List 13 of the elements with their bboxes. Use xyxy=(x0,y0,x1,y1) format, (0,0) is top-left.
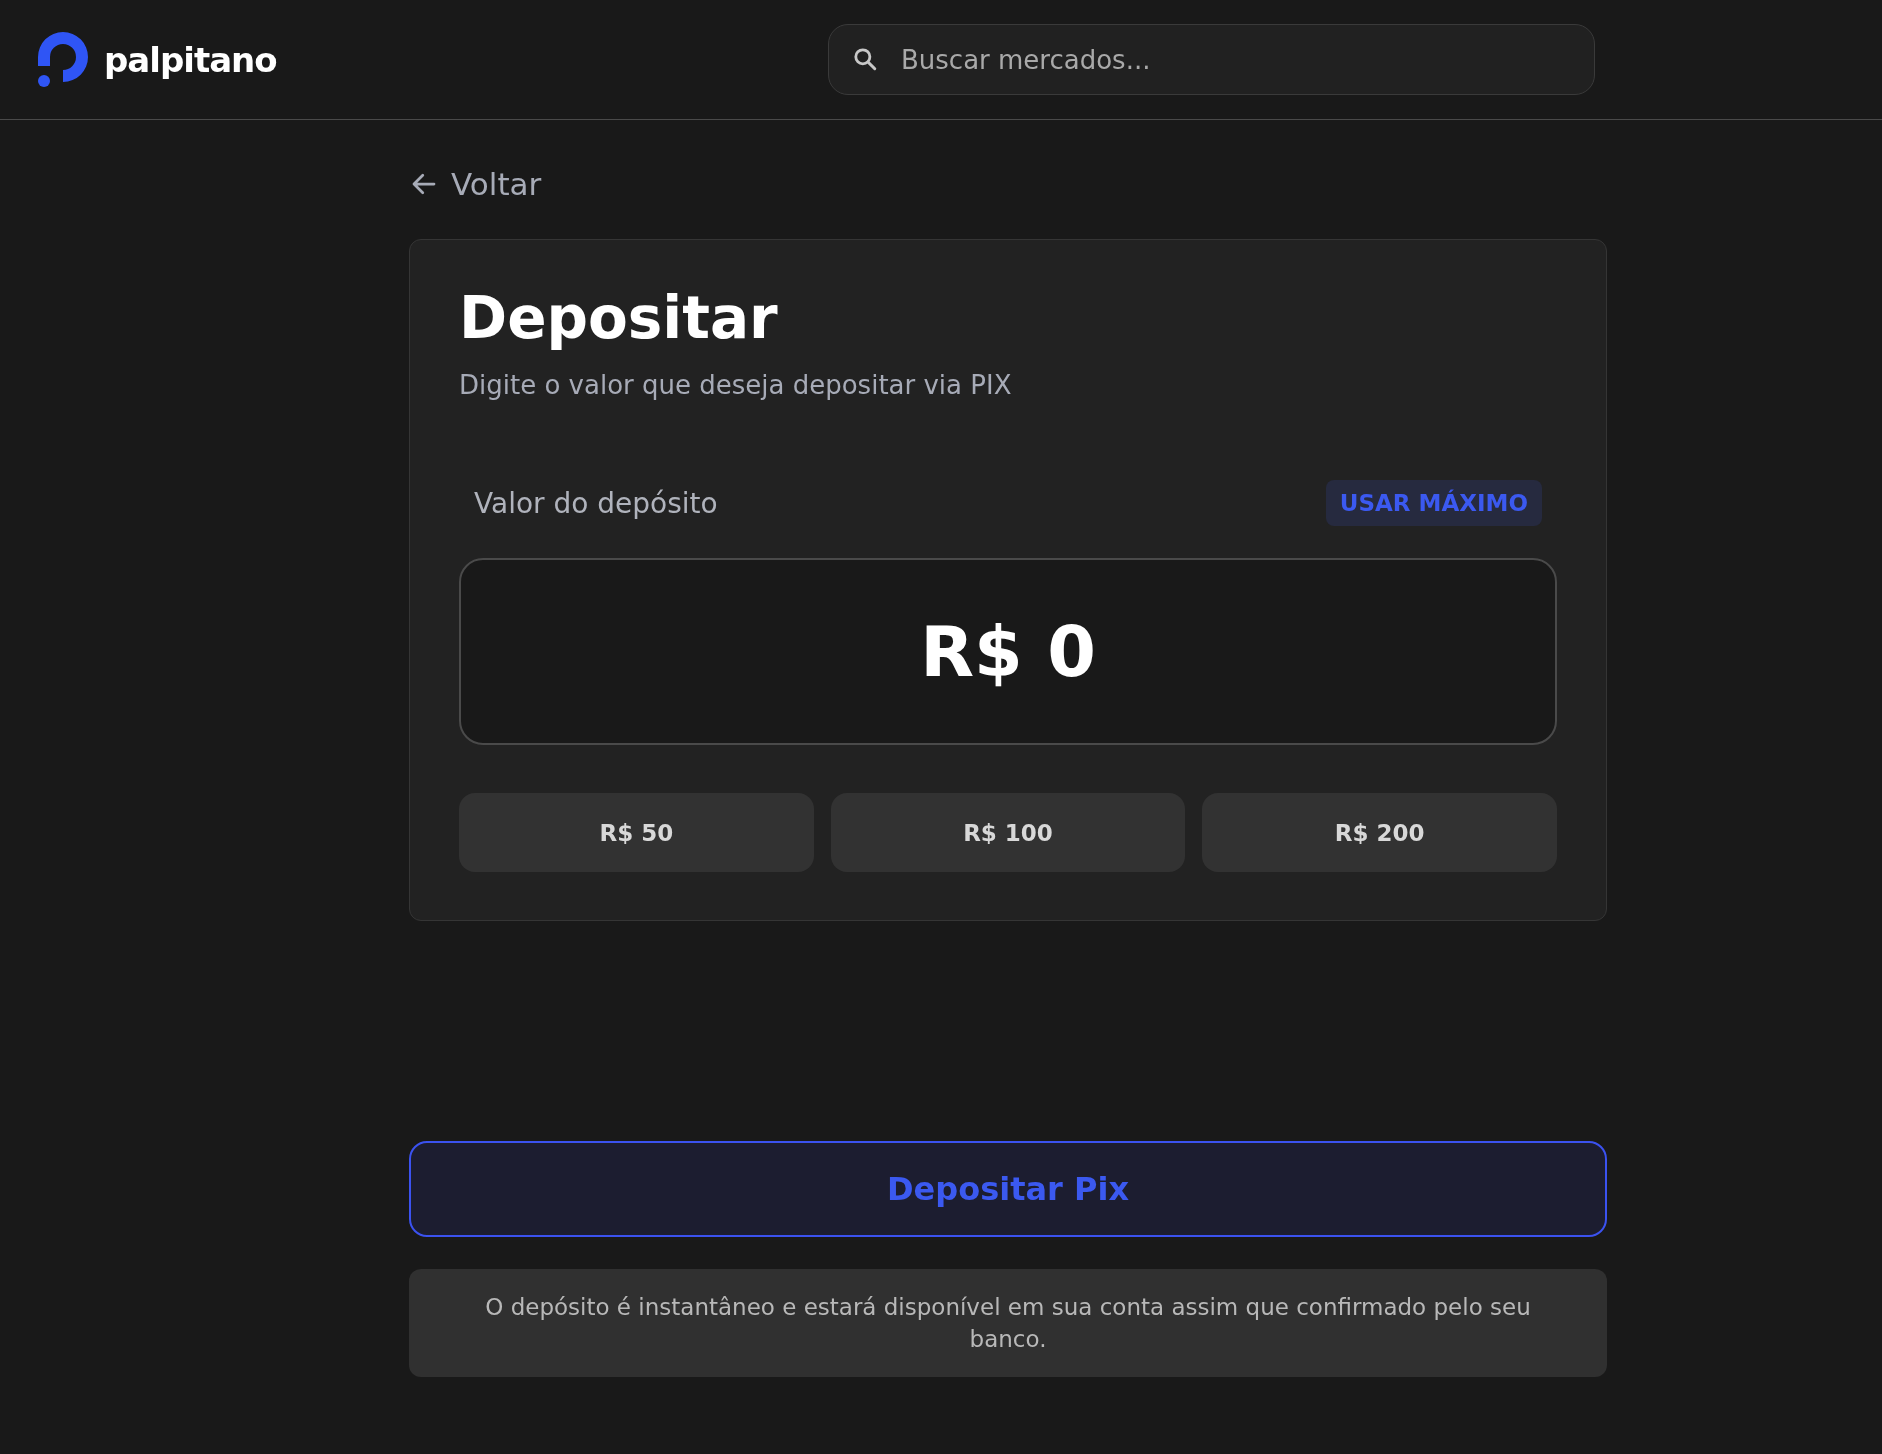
logo-icon xyxy=(38,31,88,88)
search-field[interactable]: Buscar mercados... xyxy=(828,24,1595,95)
back-link[interactable]: Voltar xyxy=(409,166,542,202)
info-note: O depósito é instantâneo e estará disponível em sua conta assim que confirmado pelo seu banco. xyxy=(409,1269,1607,1377)
page-title: Depositar xyxy=(459,284,779,352)
preset-amount-button[interactable]: R$ 100 xyxy=(830,793,1186,872)
subtitle: Digite o valor que deseja depositar via PIX xyxy=(459,370,1013,400)
amount-label: Valor do depósito xyxy=(474,486,718,520)
preset-amount-button[interactable]: R$ 200 xyxy=(1202,793,1557,872)
preset-amount-button[interactable]: R$ 50 xyxy=(459,793,814,872)
logo-text: palpitano xyxy=(104,39,277,80)
amount-field[interactable]: R$ 0 xyxy=(459,558,1557,745)
amount-value: R$ 0 xyxy=(920,610,1096,693)
